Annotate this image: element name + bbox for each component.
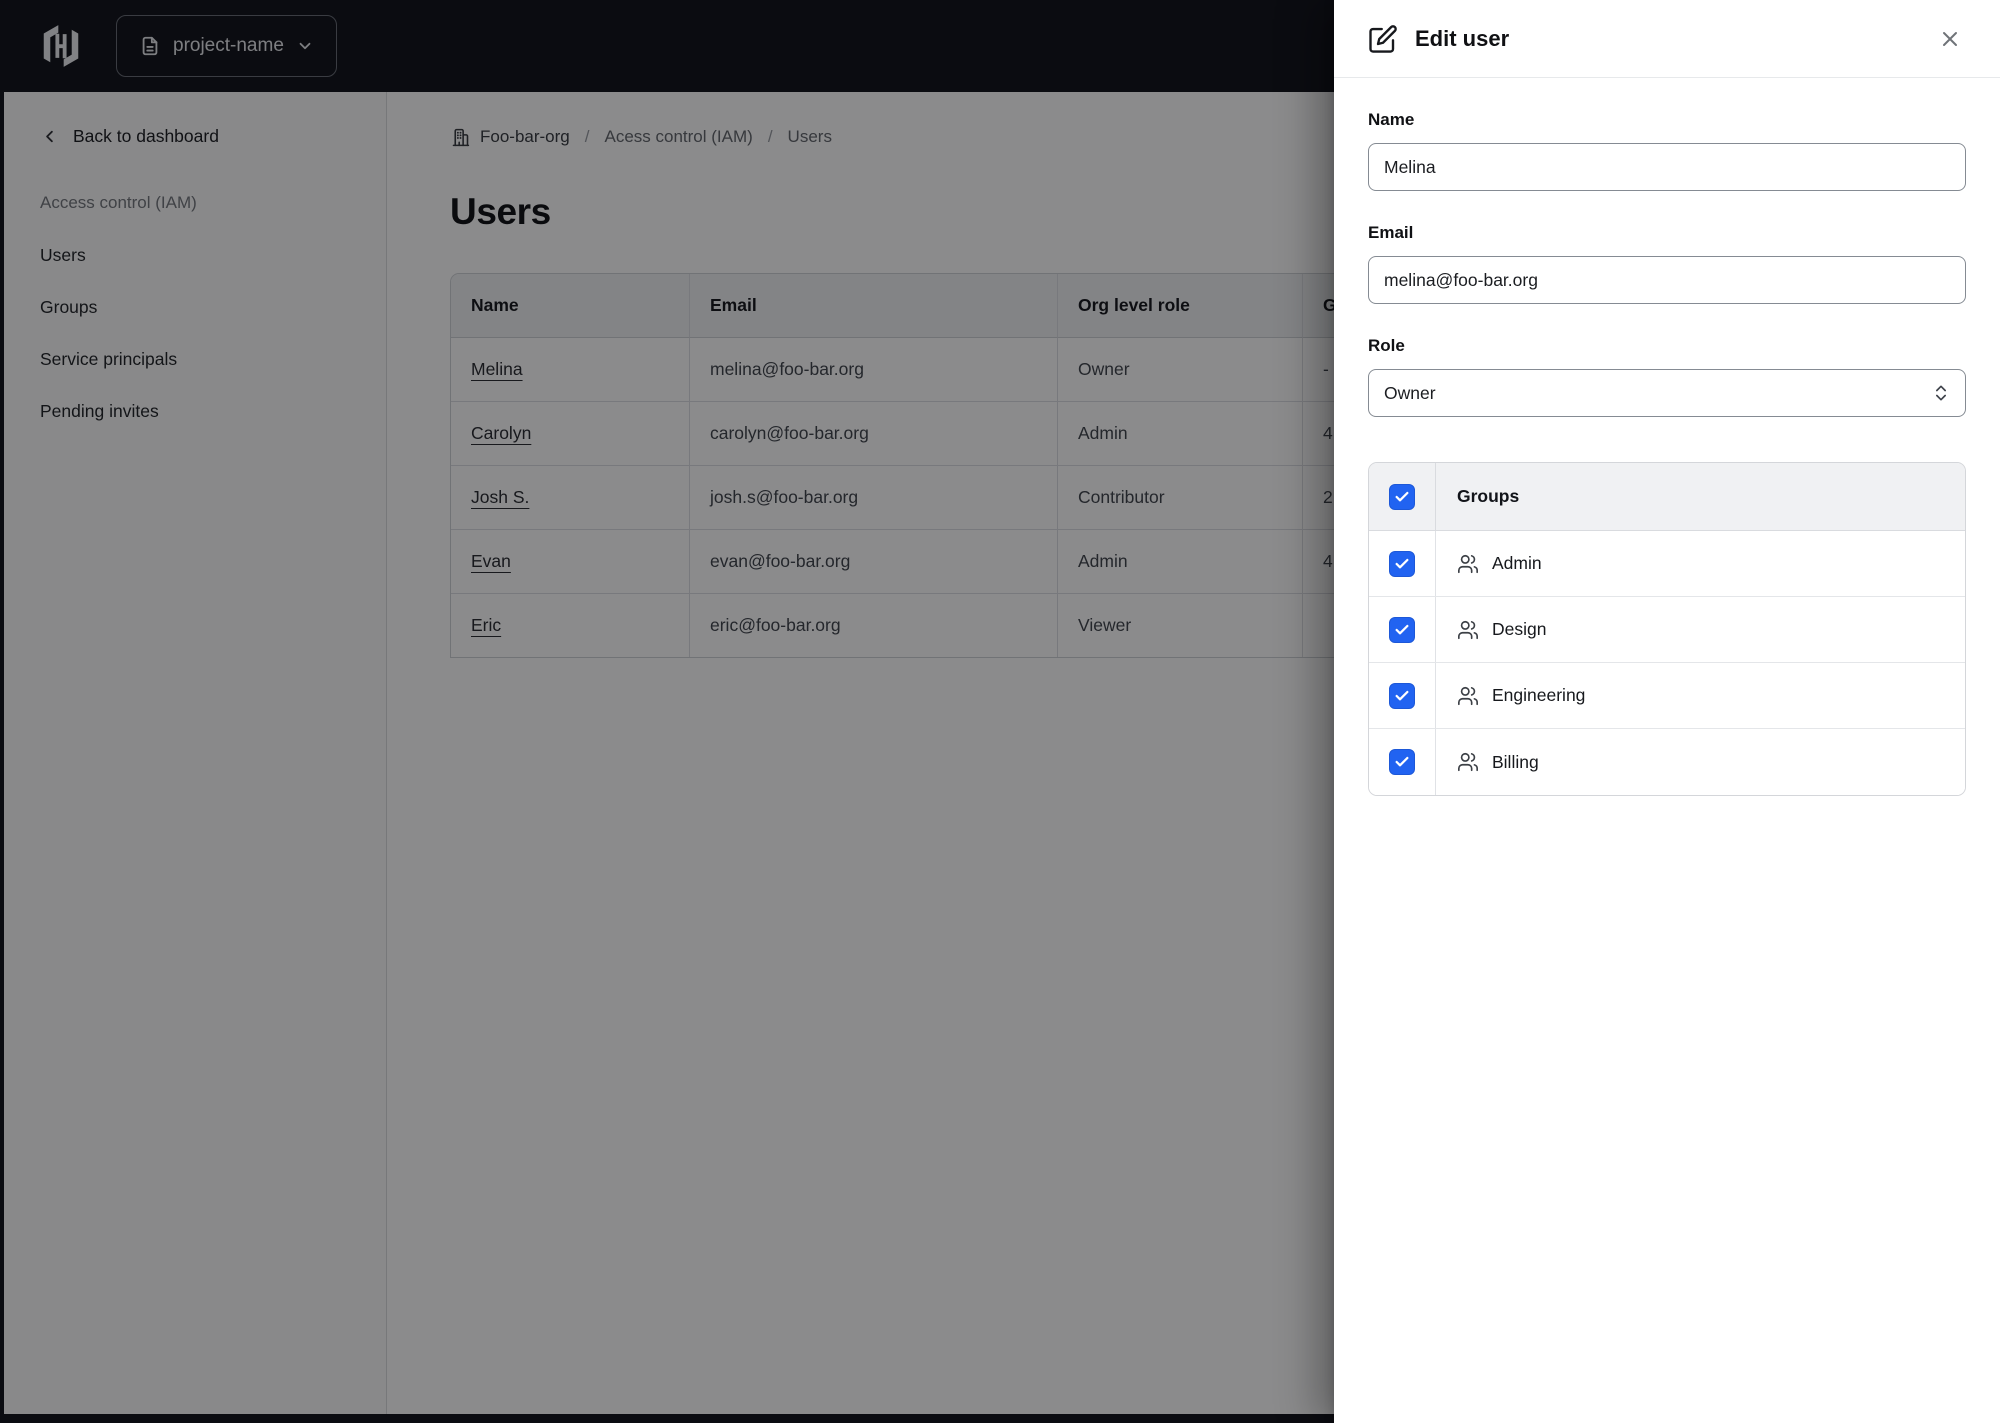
drawer-title: Edit user — [1415, 25, 1510, 51]
group-label: Design — [1492, 619, 1547, 639]
group-label: Admin — [1492, 553, 1542, 573]
check-icon — [1395, 624, 1409, 634]
groups-select-all-checkbox[interactable] — [1389, 483, 1415, 510]
group-label: Billing — [1492, 751, 1539, 772]
role-select-value: Owner — [1384, 382, 1436, 403]
check-icon — [1395, 690, 1409, 700]
check-icon — [1395, 756, 1409, 767]
check-icon — [1395, 491, 1409, 501]
groups-card: Groups Admin Design Engineering Billing — [1368, 462, 1966, 796]
group-label: Engineering — [1492, 685, 1586, 705]
name-field[interactable] — [1368, 143, 1966, 191]
drawer-body: Name Email Role Owner — [1334, 78, 2000, 1423]
group-billing-checkbox[interactable] — [1389, 749, 1415, 775]
role-field-label: Role — [1368, 336, 1405, 355]
users-group-icon — [1458, 554, 1478, 573]
overlay-scrim[interactable] — [0, 0, 1334, 1423]
chevrons-up-down-icon — [1936, 385, 1946, 401]
email-field[interactable] — [1368, 256, 1966, 304]
group-row-billing: Billing — [1369, 729, 1965, 795]
screen: project-name Back to dashboard Access co… — [0, 0, 2000, 1423]
users-group-icon — [1458, 686, 1478, 705]
group-row-admin: Admin — [1369, 531, 1965, 597]
name-field-label: Name — [1368, 110, 1415, 129]
users-group-icon — [1458, 620, 1478, 639]
edit-icon — [1369, 24, 1397, 53]
group-row-design: Design — [1369, 597, 1965, 663]
close-icon — [1943, 31, 1957, 46]
group-engineering-checkbox[interactable] — [1389, 682, 1415, 709]
groups-header-row: Groups — [1369, 463, 1965, 531]
group-admin-checkbox[interactable] — [1389, 550, 1415, 577]
close-button[interactable] — [1930, 19, 1970, 59]
groups-header-label: Groups — [1457, 486, 1520, 506]
edit-user-drawer: Edit user Name Email Role Owner — [1334, 0, 2000, 1423]
users-group-icon — [1458, 752, 1478, 772]
check-icon — [1395, 558, 1409, 568]
drawer-header: Edit user — [1334, 0, 2000, 78]
email-field-label: Email — [1368, 223, 1414, 242]
group-design-checkbox[interactable] — [1389, 616, 1415, 643]
group-row-engineering: Engineering — [1369, 663, 1965, 729]
role-select[interactable]: Owner — [1368, 369, 1966, 417]
